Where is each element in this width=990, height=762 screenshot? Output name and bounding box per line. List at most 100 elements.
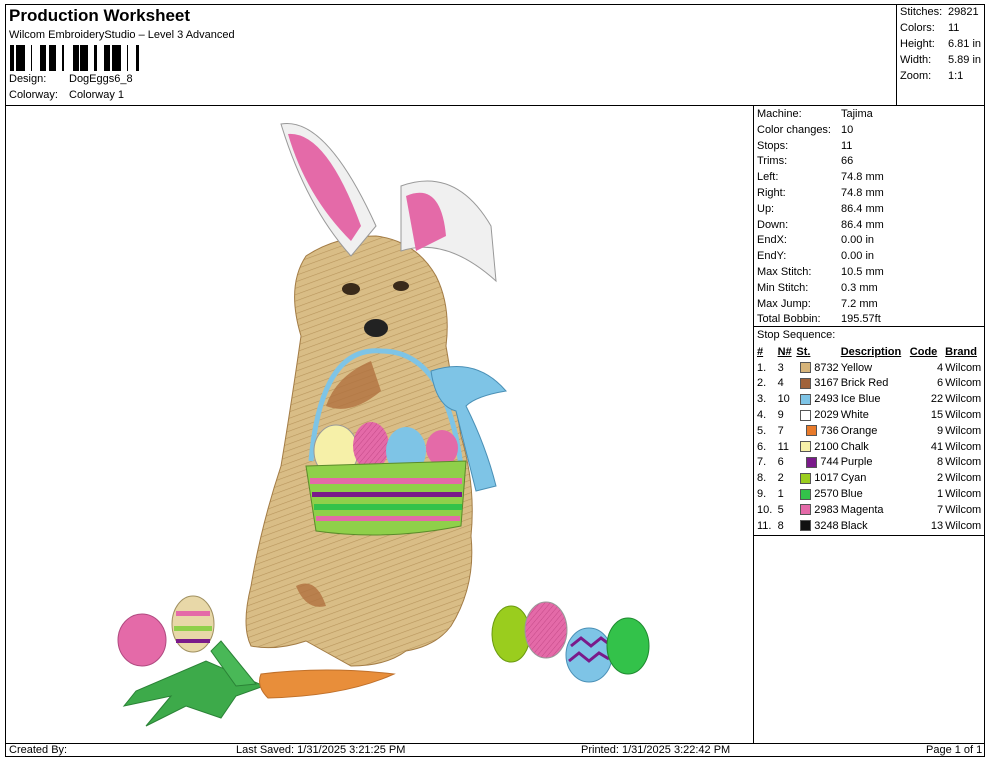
- color-code: 1: [937, 488, 944, 501]
- info-value: 74.8 mm: [841, 187, 884, 199]
- table-row: 10. 5 2983 Magenta 7 Wilcom: [756, 502, 985, 518]
- machine-info-panel: Machine: Tajima Color changes: 10 Stops: 11 Tr…: [754, 106, 985, 536]
- color-description: Chalk: [840, 440, 869, 453]
- machine-info-row: Total Bobbin: 195.57ft: [757, 313, 881, 325]
- needle-number: 7: [777, 424, 784, 437]
- brand: Wilcom: [945, 409, 982, 422]
- colorway-value: Colorway 1: [69, 89, 125, 101]
- info-value: 10: [841, 123, 854, 136]
- brand: Wilcom: [945, 503, 982, 516]
- color-swatch: [806, 425, 818, 437]
- stat-label: Height:: [900, 38, 935, 50]
- colorway-row: Colorway: Colorway 1: [9, 89, 124, 101]
- colorway-label: Colorway:: [9, 89, 58, 101]
- stat-value: 6.81 in: [948, 38, 982, 50]
- stop-sequence-table: # N# St. Description Code Brand 1. 3 8732 Yel…: [756, 344, 985, 534]
- table-row: 5. 7 736 Orange 9 Wilcom: [756, 423, 985, 439]
- info-value: 195.57ft: [841, 313, 881, 326]
- table-row: 7. 6 744 Purple 8 Wilcom: [756, 455, 985, 471]
- info-value: 0.3 mm: [841, 281, 878, 294]
- carrot: [259, 669, 396, 699]
- machine-info-row: EndY: 0.00 in: [757, 250, 874, 262]
- color-swatch: [800, 520, 812, 532]
- page-title: Production Worksheet: [9, 6, 191, 25]
- page-number: Page 1 of 1: [926, 744, 983, 756]
- info-value: 10.5 mm: [841, 266, 884, 278]
- info-value: 0.00 in: [841, 250, 875, 263]
- info-value: 74.8 mm: [841, 171, 884, 184]
- footer: Created By: Last Saved: 1/31/2025 3:21:2…: [6, 744, 984, 757]
- color-code: 9: [937, 424, 944, 437]
- column-header: Brand: [945, 345, 977, 358]
- brand: Wilcom: [945, 361, 982, 374]
- info-value: 86.4 mm: [841, 202, 884, 215]
- stat-row: Colors: 11: [900, 22, 959, 34]
- egg: [524, 601, 568, 659]
- brand: Wilcom: [945, 456, 982, 469]
- stitch-count-cell: 1017: [795, 470, 839, 486]
- column-header: #: [757, 345, 764, 358]
- stitch-count-cell: 2493: [795, 391, 839, 407]
- design-preview: [6, 106, 754, 744]
- info-label: Machine:: [757, 108, 802, 120]
- info-value: 11: [841, 139, 853, 152]
- row-index: 1.: [757, 361, 767, 374]
- design-value: DogEggs6_8: [69, 73, 133, 85]
- info-label: Color changes:: [757, 123, 831, 136]
- brand: Wilcom: [945, 488, 982, 501]
- stitch-count: 8732: [814, 361, 839, 374]
- color-description: Cyan: [840, 472, 867, 485]
- column-header: Description: [840, 345, 902, 358]
- table-header: # N# St. Description Code Brand: [756, 344, 985, 360]
- color-swatch: [800, 362, 812, 374]
- needle-number: 10: [777, 393, 790, 406]
- machine-info-row: Down: 86.4 mm: [757, 219, 884, 231]
- stitch-count: 1017: [814, 472, 839, 485]
- row-index: 8.: [757, 472, 767, 485]
- egg: [117, 613, 167, 667]
- stitch-count: 2493: [814, 393, 839, 406]
- stitch-count: 2570: [814, 488, 839, 501]
- design-row: Design: DogEggs6_8: [9, 73, 133, 85]
- color-description: Yellow: [840, 361, 873, 374]
- color-description: Orange: [840, 424, 878, 437]
- info-value: Tajima: [841, 108, 873, 120]
- info-value: 0.00 in: [841, 234, 875, 247]
- software-name: Wilcom EmbroideryStudio – Level 3 Advanc…: [9, 29, 235, 41]
- needle-number: 5: [777, 503, 784, 516]
- column-header: Code: [909, 345, 938, 358]
- stat-label: Colors:: [900, 22, 935, 34]
- color-code: 8: [937, 456, 944, 469]
- color-code: 4: [937, 361, 944, 374]
- stitch-count-cell: 2983: [795, 502, 839, 518]
- color-code: 2: [937, 472, 944, 485]
- machine-info-row: Machine: Tajima: [757, 108, 873, 120]
- row-index: 5.: [757, 424, 767, 437]
- color-swatch: [800, 378, 812, 390]
- column-header: St.: [796, 345, 811, 358]
- brand: Wilcom: [945, 440, 982, 453]
- row-index: 4.: [757, 409, 767, 422]
- table-row: 9. 1 2570 Blue 1 Wilcom: [756, 486, 985, 502]
- brand: Wilcom: [945, 519, 982, 532]
- stitch-count: 2100: [814, 440, 839, 453]
- needle-number: 11: [777, 440, 789, 453]
- column-header: N#: [777, 345, 792, 358]
- machine-info-row: Max Stitch: 10.5 mm: [757, 266, 884, 278]
- info-label: Total Bobbin:: [757, 313, 821, 326]
- color-swatch: [800, 393, 812, 405]
- color-code: 22: [930, 393, 944, 406]
- info-label: Trims:: [757, 155, 788, 168]
- color-code: 13: [930, 519, 944, 532]
- color-description: Black: [840, 519, 868, 532]
- table-row: 8. 2 1017 Cyan 2 Wilcom: [756, 470, 985, 486]
- table-row: 11. 8 3248 Black 13 Wilcom: [756, 518, 985, 534]
- color-swatch: [800, 488, 812, 500]
- worksheet-header: Production Worksheet Wilcom EmbroiderySt…: [6, 5, 896, 106]
- table-row: 6. 11 2100 Chalk 41 Wilcom: [756, 439, 985, 455]
- needle-number: 3: [777, 361, 784, 374]
- brand: Wilcom: [945, 393, 982, 406]
- color-description: Blue: [840, 488, 863, 501]
- machine-info-row: Up: 86.4 mm: [757, 203, 884, 215]
- info-value: 66: [841, 155, 854, 168]
